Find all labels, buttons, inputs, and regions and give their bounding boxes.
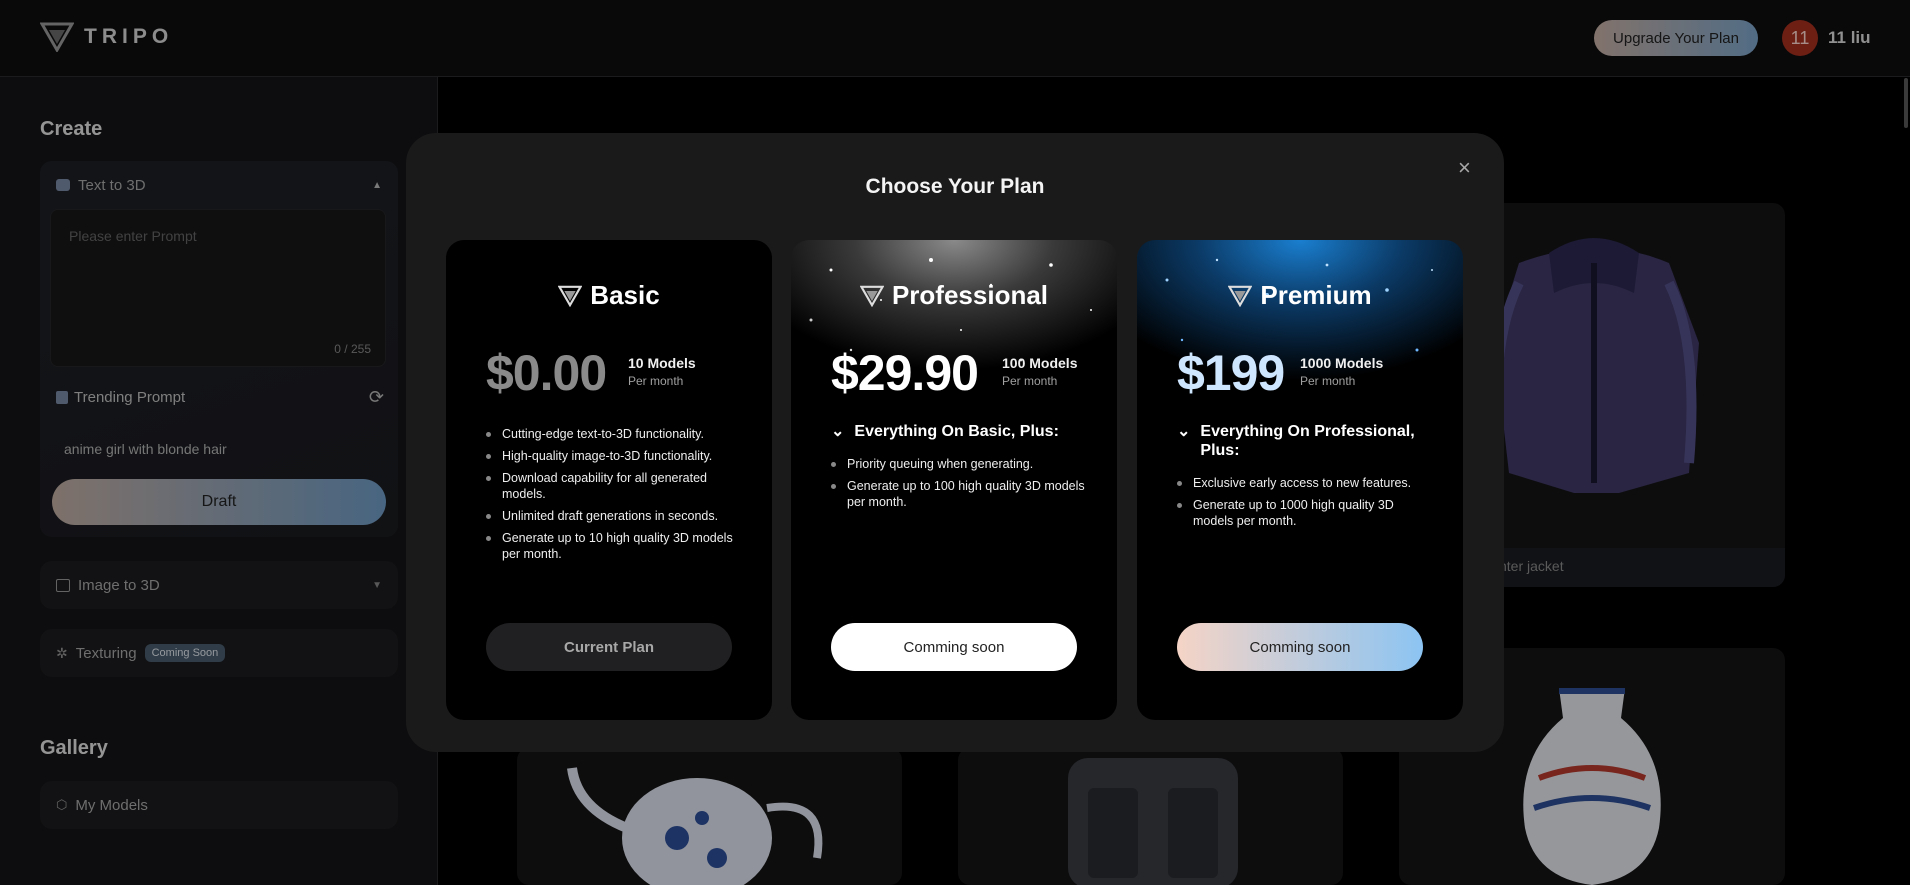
plan-period: Per month (628, 374, 684, 388)
sparkle-decoration (809, 258, 1092, 362)
feature-item: Cutting-edge text-to-3D functionality. (486, 426, 742, 442)
plan-period: Per month (1300, 374, 1356, 388)
modal-title: Choose Your Plan (865, 175, 1045, 198)
plan-card-basic: Basic $0.00 10 Models Per month Cutting-… (446, 240, 772, 720)
feature-item: Priority queuing when generating. (831, 456, 1087, 472)
choose-plan-modal: Choose Your Plan × Basic $0.00 10 Models… (406, 133, 1504, 752)
plan-card-professional: Professional $29.90 100 Models Per month… (791, 240, 1117, 720)
tripo-logo-icon (859, 285, 884, 307)
current-plan-button[interactable]: Current Plan (486, 623, 732, 671)
plan-name-basic: Basic (446, 280, 772, 311)
close-icon[interactable]: × (1458, 155, 1471, 181)
feature-item: Exclusive early access to new features. (1177, 475, 1433, 491)
professional-plan-button[interactable]: Comming soon (831, 623, 1077, 671)
tripo-logo-icon (558, 285, 583, 307)
feature-item: Generate up to 10 high quality 3D models… (486, 530, 742, 562)
premium-plan-button[interactable]: Comming soon (1177, 623, 1423, 671)
plan-price: $29.90 (831, 345, 979, 401)
plan-models: 100 Models (1002, 355, 1078, 371)
plan-models: 1000 Models (1300, 355, 1384, 371)
chevron-down-icon: ⌄ (1177, 423, 1191, 440)
feature-list: Exclusive early access to new features. … (1177, 475, 1433, 535)
plus-heading[interactable]: ⌄ Everything On Professional, Plus: (1177, 422, 1437, 460)
feature-item: Download capability for all generated mo… (486, 470, 742, 502)
chevron-down-icon: ⌄ (831, 423, 845, 440)
plan-name-premium: Premium (1137, 280, 1463, 311)
tripo-logo-icon (1228, 285, 1253, 307)
scrollbar[interactable] (1904, 78, 1908, 128)
feature-item: Generate up to 100 high quality 3D model… (831, 478, 1087, 510)
plan-name-label: Professional (891, 280, 1049, 310)
plan-price: $199 (1177, 345, 1285, 401)
feature-item: Generate up to 1000 high quality 3D mode… (1177, 497, 1433, 529)
plus-heading[interactable]: ⌄ Everything On Basic, Plus: (831, 422, 1091, 441)
plus-heading-text: Everything On Basic, Plus: (854, 423, 1059, 440)
plan-card-premium: Premium $199 1000 Models Per month ⌄ Eve… (1137, 240, 1463, 720)
plan-name-professional: Professional (791, 280, 1117, 311)
plus-heading-text: Everything On Professional, Plus: (1200, 423, 1415, 459)
plan-name-label: Basic (590, 280, 660, 310)
feature-item: High-quality image-to-3D functionality. (486, 448, 742, 464)
feature-item: Unlimited draft generations in seconds. (486, 508, 742, 524)
sparkle-decoration (1165, 258, 1433, 352)
plan-price-meta: 100 Models Per month (1002, 355, 1077, 388)
plan-period: Per month (1002, 374, 1058, 388)
plan-price: $0.00 (486, 345, 607, 401)
plan-price-meta: 10 Models Per month (628, 355, 696, 388)
plan-price-meta: 1000 Models Per month (1300, 355, 1383, 388)
feature-list: Cutting-edge text-to-3D functionality. H… (486, 426, 742, 568)
plan-name-label: Premium (1260, 280, 1372, 310)
plan-models: 10 Models (628, 355, 696, 371)
feature-list: Priority queuing when generating. Genera… (831, 456, 1087, 516)
